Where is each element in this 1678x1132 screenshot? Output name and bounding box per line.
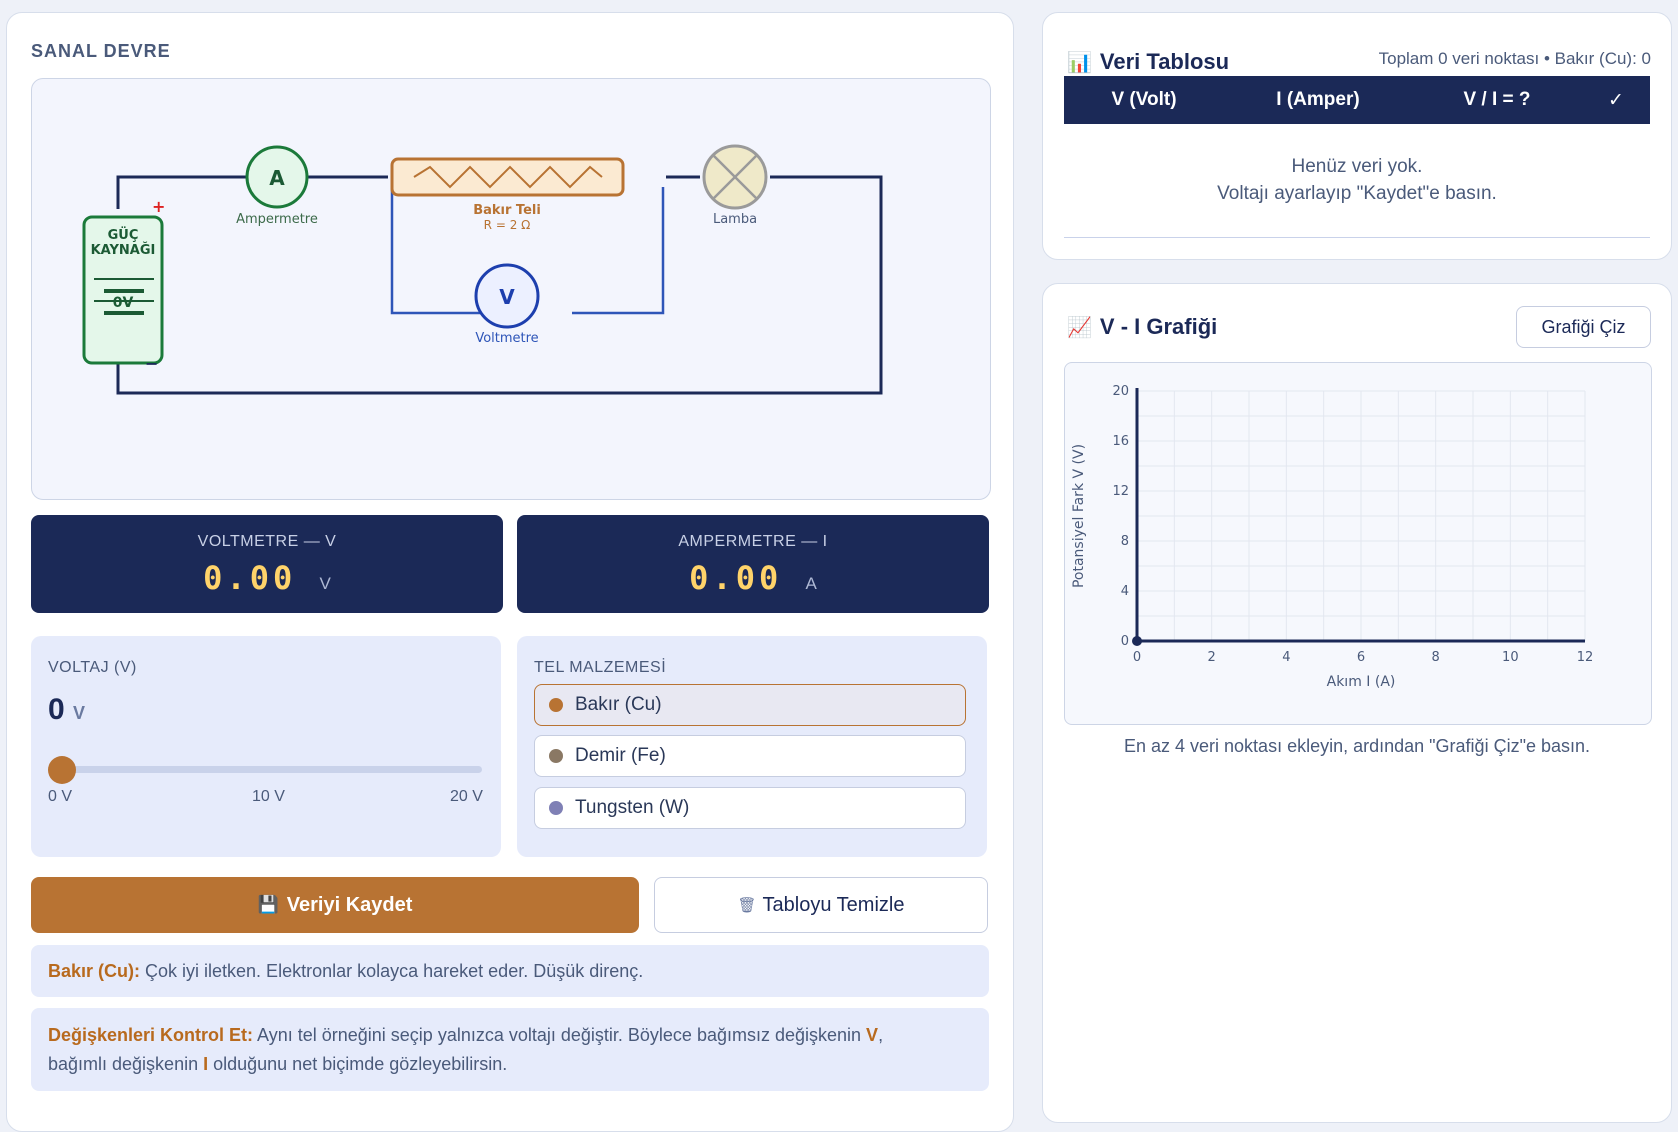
material-option-iron[interactable]: Demir (Fe) <box>534 735 966 777</box>
wire-label: Bakır Teli <box>473 203 541 218</box>
column-header: V / I = ? <box>1463 89 1531 110</box>
slider-tick-max: 20 V <box>450 788 483 805</box>
x-tick-label: 6 <box>1357 650 1365 665</box>
control-info-text-2: , <box>878 1025 884 1045</box>
source-voltage: 0V <box>113 295 134 311</box>
column-header: V (Volt) <box>1111 89 1177 110</box>
control-info-title: Değişkenleri Kontrol Et: <box>48 1025 254 1045</box>
material-option-label: Demir (Fe) <box>575 745 666 766</box>
voltmeter-display: VOLTMETRE — V 0.00 V <box>31 515 503 613</box>
plot-graph-button[interactable]: Grafiği Çiz <box>1516 306 1651 348</box>
slider-tick-min: 0 V <box>48 788 73 805</box>
table-title: Veri Tablosu <box>1099 49 1230 74</box>
x-tick-label: 8 <box>1432 650 1440 665</box>
material-info-text: Çok iyi iletken. Elektronlar kolayca har… <box>140 961 644 981</box>
control-info-text-4: olduğunu net biçimde gözleyebilirsin. <box>208 1054 508 1074</box>
material-selector: TEL MALZEMESİ Bakır (Cu) Demir (Fe) Tung… <box>517 636 987 857</box>
material-option-label: Bakır (Cu) <box>575 694 662 715</box>
control-info: Değişkenleri Kontrol Et: Aynı tel örneği… <box>31 1008 989 1091</box>
data-point <box>1132 636 1142 646</box>
x-tick-label: 12 <box>1577 650 1594 665</box>
empty-line-1: Henüz veri yok. <box>1291 156 1423 177</box>
voltmeter-unit: V <box>319 574 331 593</box>
material-caption: TEL MALZEMESİ <box>534 659 667 676</box>
graph-panel: 📈 V - I Grafiği Grafiği Çiz 0 2 4 6 8 10 12 0 4 8… <box>1042 283 1672 1123</box>
source-label-2: KAYNAĞI <box>91 242 156 258</box>
section-title: SANAL DEVRE <box>31 41 171 61</box>
control-info-text: Aynı tel örneğini seçip yalnızca voltajı… <box>253 1025 867 1045</box>
floppy-disk-icon: 💾 <box>257 895 279 914</box>
ammeter-label: Ampermetre <box>236 212 318 227</box>
voltage-value: 0 <box>48 693 65 726</box>
column-header-check: ✓ <box>1608 89 1624 111</box>
y-tick-label: 8 <box>1121 534 1129 549</box>
save-data-label: Veriyi Kaydet <box>286 893 413 916</box>
minus-terminal: − <box>145 354 158 373</box>
empty-line-2: Voltajı ayarlayıp "Kaydet"e basın. <box>1217 183 1497 204</box>
y-tick-label: 20 <box>1112 384 1129 399</box>
x-tick-label: 10 <box>1502 650 1519 665</box>
y-tick-label: 16 <box>1112 434 1129 449</box>
plus-terminal: + <box>152 197 165 216</box>
voltage-slider-track[interactable] <box>62 766 482 773</box>
ammeter-display-label: AMPERMETRE — I <box>678 533 828 550</box>
column-header: I (Amper) <box>1276 89 1360 110</box>
slider-tick-mid: 10 V <box>252 788 285 805</box>
variable-v: V <box>866 1025 879 1045</box>
tungsten-dot-icon <box>549 801 563 815</box>
clear-table-label: Tabloyu Temizle <box>762 893 905 916</box>
iron-dot-icon <box>549 749 563 763</box>
x-tick-label: 4 <box>1282 650 1290 665</box>
table-summary: Toplam 0 veri noktası • Bakır (Cu): 0 <box>1378 49 1651 68</box>
data-table-panel: 📊 Veri Tablosu Toplam 0 veri noktası • B… <box>1042 12 1672 260</box>
voltage-unit: V <box>73 703 86 723</box>
y-tick-label: 4 <box>1121 584 1129 599</box>
ammeter-reading: 0.00 <box>689 559 783 597</box>
circuit-diagram: GÜÇ KAYNAĞI 0V + − A Ampermetre Bakır Te… <box>31 78 991 500</box>
y-tick-label: 12 <box>1112 484 1129 499</box>
x-tick-label: 2 <box>1208 650 1216 665</box>
graph-hint: En az 4 veri noktası ekleyin, ardından "… <box>1123 736 1590 756</box>
x-tick-label: 0 <box>1133 650 1141 665</box>
material-option-label: Tungsten (W) <box>575 797 690 818</box>
voltmeter-display-label: VOLTMETRE — V <box>197 533 337 550</box>
vi-chart: 0 2 4 6 8 10 12 0 4 8 12 16 20 Akım I (A) Potansiyel F… <box>1064 362 1652 725</box>
graph-header: 📈 V - I Grafiği <box>1067 314 1217 340</box>
table-header-row: V (Volt) I (Amper) V / I = ? ✓ <box>1064 76 1650 124</box>
save-data-button[interactable]: 💾 Veriyi Kaydet <box>31 877 639 933</box>
material-option-tungsten[interactable]: Tungsten (W) <box>534 787 966 829</box>
material-info-title: Bakır (Cu): <box>48 961 141 981</box>
line-chart-icon: 📈 <box>1067 316 1092 339</box>
voltmeter-reading: 0.00 <box>203 559 297 597</box>
material-info: Bakır (Cu): Çok iyi iletken. Elektronlar… <box>31 945 989 997</box>
ammeter-display: AMPERMETRE — I 0.00 A <box>517 515 989 613</box>
vi-chart-svg: 0 2 4 6 8 10 12 0 4 8 12 16 20 Akım I (A) Potansiyel F… <box>1071 384 1594 690</box>
copper-dot-icon <box>549 698 563 712</box>
clear-table-button[interactable]: 🗑 Tabloyu Temizle <box>654 877 988 933</box>
trash-icon: 🗑 <box>737 897 757 914</box>
control-info-text-3: bağımlı değişkenin <box>48 1054 204 1074</box>
copper-wire <box>390 157 625 197</box>
voltmeter-label: Voltmetre <box>475 331 538 346</box>
voltmeter-symbol: V <box>499 285 515 309</box>
x-axis-label: Akım I (A) <box>1327 674 1396 690</box>
source-label: GÜÇ <box>108 227 139 243</box>
wire-resistance: R = 2 Ω <box>484 218 531 232</box>
lamp-label: Lamba <box>713 212 757 227</box>
ammeter-unit: A <box>805 574 817 593</box>
table-header: 📊 Veri Tablosu <box>1067 49 1229 75</box>
circuit-svg: GÜÇ KAYNAĞI 0V + − A Ampermetre Bakır Te… <box>82 144 883 395</box>
voltage-control: VOLTAJ (V) 0 V 0 V 10 V 20 V <box>31 636 501 857</box>
voltage-caption: VOLTAJ (V) <box>48 659 137 676</box>
table-divider <box>1064 237 1650 238</box>
ammeter-symbol: A <box>269 166 285 190</box>
table-empty-state: Henüz veri yok. Voltajı ayarlayıp "Kayde… <box>1064 153 1650 207</box>
y-tick-label: 0 <box>1121 634 1129 649</box>
y-axis-label: Potansiyel Fark V (V) <box>1071 444 1087 588</box>
voltage-slider-handle[interactable] <box>48 756 76 784</box>
bar-chart-icon: 📊 <box>1067 51 1092 74</box>
material-option-copper[interactable]: Bakır (Cu) <box>534 684 966 726</box>
graph-title: V - I Grafiği <box>1099 314 1218 339</box>
